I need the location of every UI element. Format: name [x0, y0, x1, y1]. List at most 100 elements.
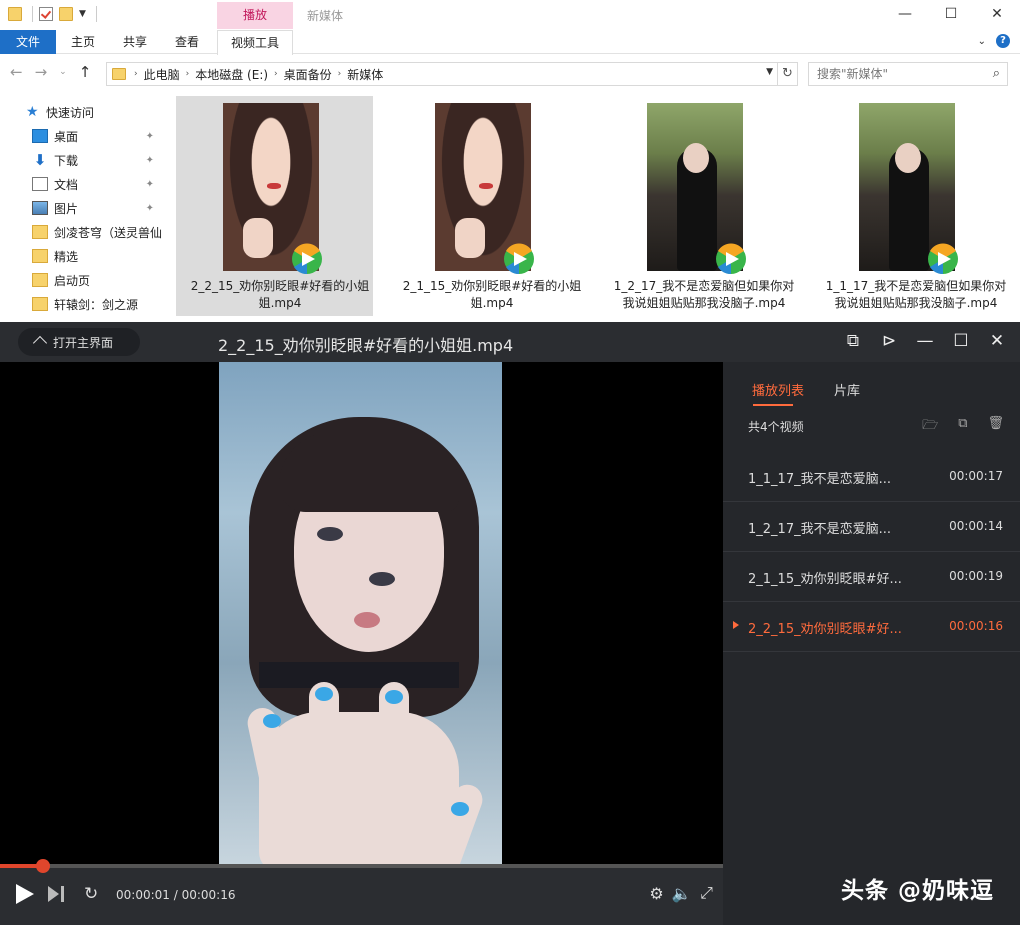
chevron-right-icon[interactable]: ›: [134, 69, 138, 79]
mini-mode-icon[interactable]: ⧉: [844, 331, 862, 351]
new-folder-icon[interactable]: [59, 7, 73, 21]
playlist-item[interactable]: 1_2_17_我不是恋爱脑... 00:00:14: [723, 502, 1020, 552]
active-tab-indicator: [753, 404, 793, 406]
playlist-item-title: 1_2_17_我不是恋爱脑...: [748, 522, 891, 537]
folder-icon[interactable]: [8, 7, 22, 21]
open-main-label: 打开主界面: [53, 335, 114, 350]
chevron-down-icon[interactable]: ▼: [766, 67, 773, 77]
open-folder-icon[interactable]: 🗁: [922, 416, 938, 438]
toolbar-divider: [95, 6, 97, 22]
nav-label: 精选: [54, 249, 79, 264]
star-icon: ★: [26, 104, 39, 120]
help-icon[interactable]: ?: [996, 34, 1010, 48]
forward-icon[interactable]: →: [35, 63, 48, 81]
nav-item-folder[interactable]: 轩辕剑：剑之源: [0, 292, 162, 316]
player-titlebar: 打开主界面 2_2_15_劝你别眨眼#好看的小姐姐.mp4 ⧉ ⊳ — ☐ ✕: [0, 322, 1020, 362]
playlist-item-current[interactable]: 2_2_15_劝你别眨眼#好... 00:00:16: [723, 602, 1020, 652]
minimize-button[interactable]: —: [882, 0, 928, 28]
open-main-button[interactable]: 打开主界面: [18, 328, 140, 356]
nav-item-pictures[interactable]: 图片 ✦: [0, 196, 162, 220]
file-item[interactable]: 2_1_15_劝你别眨眼#好看的小姐 姐.mp4: [388, 96, 585, 316]
pin-icon[interactable]: ✦: [146, 203, 154, 214]
window-title: 新媒体: [307, 9, 344, 23]
pin-on-top-icon[interactable]: ⊳: [880, 331, 898, 351]
address-bar[interactable]: › 此电脑 › 本地磁盘 (E:) › 桌面备份 › 新媒体 ▼: [106, 62, 778, 86]
file-item[interactable]: 1_1_17_我不是恋爱脑但如果你对 我说姐姐贴贴那我没脑子.mp4: [812, 96, 1009, 316]
refresh-button[interactable]: ↻: [778, 62, 798, 86]
tab-share[interactable]: 共享: [112, 30, 158, 54]
loop-icon[interactable]: ↻: [84, 884, 104, 904]
close-button[interactable]: ✕: [988, 331, 1006, 351]
time-total: 00:00:16: [181, 888, 236, 902]
file-name-line: 姐.mp4: [258, 296, 302, 310]
search-icon[interactable]: ⌕: [993, 63, 1000, 85]
nav-quick-access[interactable]: ★ 快速访问: [0, 100, 162, 124]
tab-view[interactable]: 查看: [164, 30, 210, 54]
video-canvas[interactable]: [0, 362, 723, 864]
breadcrumb-drive[interactable]: 本地磁盘 (E:): [195, 66, 268, 83]
play-context-tab[interactable]: 播放: [217, 2, 293, 29]
minimize-button[interactable]: —: [916, 331, 934, 351]
properties-icon[interactable]: [39, 7, 53, 21]
pin-icon[interactable]: ✦: [146, 131, 154, 142]
navigation-pane: ★ 快速访问 桌面 ✦ ⬇ 下载 ✦ 文档 ✦ 图片 ✦ 剑凌苍穹（送灵兽仙 精…: [0, 100, 162, 322]
pin-icon[interactable]: ✦: [146, 155, 154, 166]
next-button[interactable]: [48, 886, 66, 904]
tab-home[interactable]: 主页: [60, 30, 106, 54]
settings-icon[interactable]: ⚙: [648, 883, 665, 903]
maximize-button[interactable]: ☐: [928, 0, 974, 28]
breadcrumb-backup[interactable]: 桌面备份: [284, 66, 332, 83]
add-to-list-icon[interactable]: ⧉: [958, 416, 967, 438]
breadcrumb-current[interactable]: 新媒体: [347, 66, 383, 83]
nav-label: 快速访问: [46, 105, 95, 120]
tab-file[interactable]: 文件: [0, 30, 56, 54]
volume-icon[interactable]: 🔈: [672, 883, 692, 903]
nav-item-documents[interactable]: 文档 ✦: [0, 172, 162, 196]
playlist-item[interactable]: 2_1_15_劝你别眨眼#好... 00:00:19: [723, 552, 1020, 602]
playlist-item[interactable]: 1_1_17_我不是恋爱脑... 00:00:17: [723, 452, 1020, 502]
file-item[interactable]: 2_2_15_劝你别眨眼#好看的小姐 姐.mp4: [176, 96, 373, 316]
nav-label: 图片: [54, 201, 79, 216]
download-icon: ⬇: [33, 151, 47, 169]
recent-locations-icon[interactable]: ⌄: [59, 67, 67, 77]
chevron-right-icon[interactable]: ›: [186, 69, 190, 79]
desktop-icon: [32, 129, 48, 143]
nav-label: 剑凌苍穹（送灵兽仙: [54, 225, 162, 240]
nav-item-downloads[interactable]: ⬇ 下载 ✦: [0, 148, 162, 172]
playlist-panel: 播放列表 片库 共4个视频 🗁 ⧉ 🗑 1_1_17_我不是恋爱脑... 00:…: [723, 362, 1020, 925]
nav-item-desktop[interactable]: 桌面 ✦: [0, 124, 162, 148]
chevron-right-icon[interactable]: ›: [338, 69, 342, 79]
tab-library[interactable]: 片库: [834, 380, 860, 399]
frame-detail: [369, 572, 395, 586]
frame-detail: [317, 527, 343, 541]
chevron-right-icon[interactable]: ›: [274, 69, 278, 79]
file-name-line: 姐.mp4: [470, 296, 514, 310]
file-item[interactable]: 1_2_17_我不是恋爱脑但如果你对 我说姐姐贴贴那我没脑子.mp4: [600, 96, 797, 316]
up-icon[interactable]: ↑: [79, 63, 92, 81]
customize-toolbar-icon[interactable]: ▼: [79, 9, 86, 19]
nav-item-folder[interactable]: 精选: [0, 244, 162, 268]
nav-item-folder[interactable]: 启动页: [0, 268, 162, 292]
tab-video-tools[interactable]: 视频工具: [217, 30, 293, 55]
folder-icon: [32, 297, 48, 311]
tab-playlist[interactable]: 播放列表: [752, 380, 804, 399]
thumbnail-detail: [455, 218, 485, 258]
breadcrumb-this-pc[interactable]: 此电脑: [144, 66, 180, 83]
expand-ribbon-icon[interactable]: ⌄: [978, 36, 986, 47]
file-name: 1_2_17_我不是恋爱脑但如果你对 我说姐姐贴贴那我没脑子.mp4: [606, 278, 802, 312]
nav-item-folder[interactable]: 剑凌苍穹（送灵兽仙: [0, 220, 162, 244]
trash-icon[interactable]: 🗑: [987, 416, 1004, 438]
maximize-button[interactable]: ☐: [952, 331, 970, 351]
file-name-line: 2_1_15_劝你别眨眼#好看的小姐: [402, 279, 582, 293]
thumbnail-detail: [479, 183, 493, 189]
search-input[interactable]: 搜索"新媒体" ⌕: [808, 62, 1008, 86]
fullscreen-icon[interactable]: ⤢: [698, 883, 715, 903]
frame-detail: [263, 714, 281, 728]
video-player-icon: [928, 243, 958, 275]
close-button[interactable]: ✕: [974, 0, 1020, 28]
file-name-line: 2_2_15_劝你别眨眼#好看的小姐: [190, 279, 370, 293]
back-icon[interactable]: ←: [10, 63, 23, 81]
folder-icon: [32, 225, 48, 239]
pin-icon[interactable]: ✦: [146, 179, 154, 190]
play-button[interactable]: [16, 884, 34, 904]
